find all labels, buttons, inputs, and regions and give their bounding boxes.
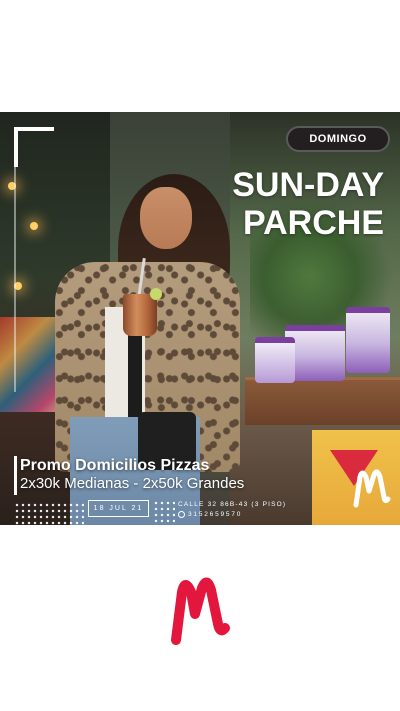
dot-pattern — [153, 500, 175, 524]
m-logo-icon — [353, 469, 391, 508]
day-badge: DOMINGO — [286, 126, 390, 152]
m-logo-icon[interactable] — [168, 570, 230, 648]
person-face — [140, 187, 192, 249]
promo-heading: Promo Domicilios Pizzas — [20, 457, 210, 474]
frame-line — [14, 127, 16, 392]
phone-row: 3152659570 — [178, 511, 242, 518]
whatsapp-icon — [178, 511, 185, 518]
copper-mug — [123, 294, 157, 336]
address-text: CALLE 32 86B-43 (3 PISO) — [178, 501, 287, 508]
corner-bracket — [14, 127, 54, 167]
wooden-counter — [245, 377, 400, 425]
product-bag — [255, 337, 295, 383]
event-date: 18 JUL 21 — [88, 500, 149, 517]
dot-pattern — [14, 502, 84, 526]
event-title: SUN-DAY PARCHE — [232, 166, 384, 242]
story-viewer: DOMINGO SUN-DAY PARCHE Promo Domicilios … — [0, 0, 400, 711]
lime-slice — [150, 288, 162, 300]
event-title-line-2: PARCHE — [242, 204, 384, 242]
promo-subheading: 2x30k Medianas - 2x50k Grandes — [20, 475, 245, 492]
event-title-line-1: SUN-DAY — [232, 166, 384, 204]
product-bag — [346, 307, 390, 373]
promo-accent-bar — [14, 456, 17, 495]
lamp-light — [30, 222, 38, 230]
phone-number: 3152659570 — [188, 511, 243, 518]
